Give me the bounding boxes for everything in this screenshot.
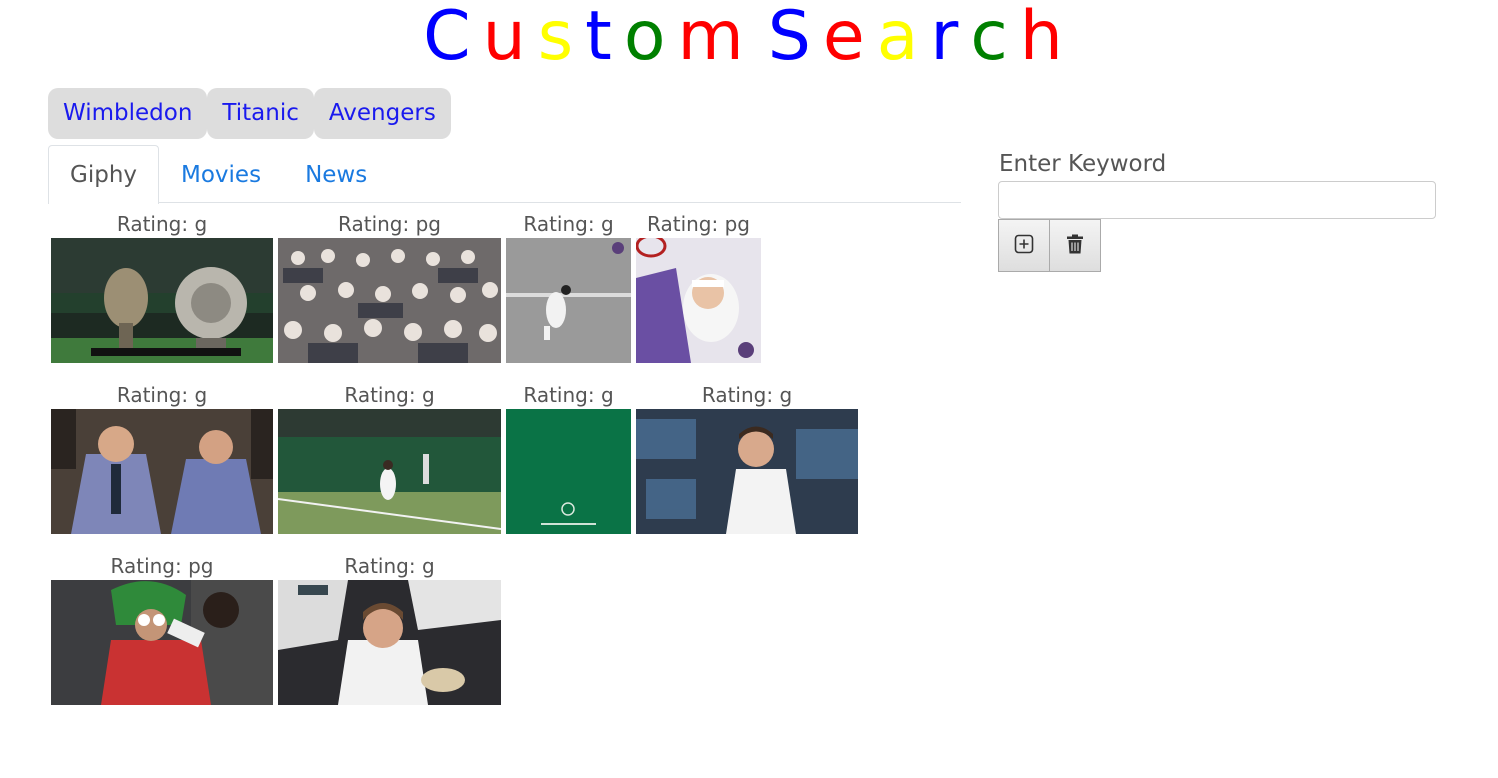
gif-rating: Rating: pg xyxy=(338,212,441,236)
gif-image-spectators[interactable] xyxy=(278,580,501,705)
gif-image-trophies[interactable] xyxy=(51,238,273,363)
gif-rating: Rating: pg xyxy=(647,212,750,236)
title-letter: a xyxy=(876,0,931,76)
gif-rating: Rating: g xyxy=(523,212,614,236)
tab-movies[interactable]: Movies xyxy=(159,145,283,203)
title-letter: C xyxy=(423,0,483,76)
gif-rating: Rating: g xyxy=(523,383,614,407)
title-letter: e xyxy=(822,0,877,76)
result-tabs: Giphy Movies News xyxy=(48,145,961,204)
gif-card: Rating: g xyxy=(506,381,631,534)
gif-rating: Rating: g xyxy=(116,212,208,236)
keyword-label: Enter Keyword xyxy=(999,151,1167,177)
topic-button-wimbledon[interactable]: Wimbledon xyxy=(48,88,208,139)
gif-rating: Rating: pg xyxy=(110,554,214,578)
gif-card: Rating: g xyxy=(51,381,273,534)
gif-card: Rating: g xyxy=(506,210,631,363)
gif-image-green-logo[interactable] xyxy=(506,409,631,534)
title-letter: h xyxy=(1019,0,1075,76)
gif-rating: Rating: g xyxy=(344,383,435,407)
title-letter: S xyxy=(767,0,823,76)
gif-rating: Rating: g xyxy=(116,383,208,407)
gif-card: Rating: g xyxy=(278,381,501,534)
add-button[interactable] xyxy=(998,219,1050,272)
page-title: Custom Search xyxy=(0,0,1498,74)
gif-image-player-lunging[interactable] xyxy=(506,238,631,363)
gif-image-player-thinking[interactable] xyxy=(636,409,858,534)
gif-card: Rating: g xyxy=(51,210,273,363)
gif-card: Rating: pg xyxy=(636,210,761,363)
trash-icon xyxy=(1066,234,1084,258)
gif-card: Rating: g xyxy=(278,552,501,705)
gif-rating: Rating: g xyxy=(701,383,793,407)
title-letter: o xyxy=(623,0,678,76)
title-letter: c xyxy=(970,0,1020,76)
gif-image-fans-celebrating[interactable] xyxy=(51,409,273,534)
title-letter: s xyxy=(537,0,586,76)
gif-image-crowd[interactable] xyxy=(278,238,501,363)
gif-card: Rating: g xyxy=(636,381,858,534)
topic-button-avengers[interactable]: Avengers xyxy=(313,88,451,139)
title-letter: t xyxy=(585,0,624,76)
title-letter: m xyxy=(677,0,756,76)
plus-square-icon xyxy=(1014,234,1034,258)
delete-button[interactable] xyxy=(1049,219,1101,272)
tab-giphy[interactable]: Giphy xyxy=(48,145,160,204)
topic-button-titanic[interactable]: Titanic xyxy=(207,88,314,139)
title-letter: u xyxy=(482,0,538,76)
gif-image-grass-court[interactable] xyxy=(278,409,501,534)
topic-buttons: Wimbledon Titanic Avengers xyxy=(48,88,451,139)
gif-image-strawberry-costume[interactable] xyxy=(51,580,273,705)
gif-image-illustrated-serve[interactable] xyxy=(636,238,761,363)
gif-card: Rating: pg xyxy=(51,552,273,705)
gif-rating: Rating: g xyxy=(344,554,435,578)
tab-news[interactable]: News xyxy=(283,145,389,203)
title-letter: r xyxy=(930,0,971,76)
gif-card: Rating: pg xyxy=(278,210,501,363)
keyword-input[interactable] xyxy=(998,181,1436,219)
